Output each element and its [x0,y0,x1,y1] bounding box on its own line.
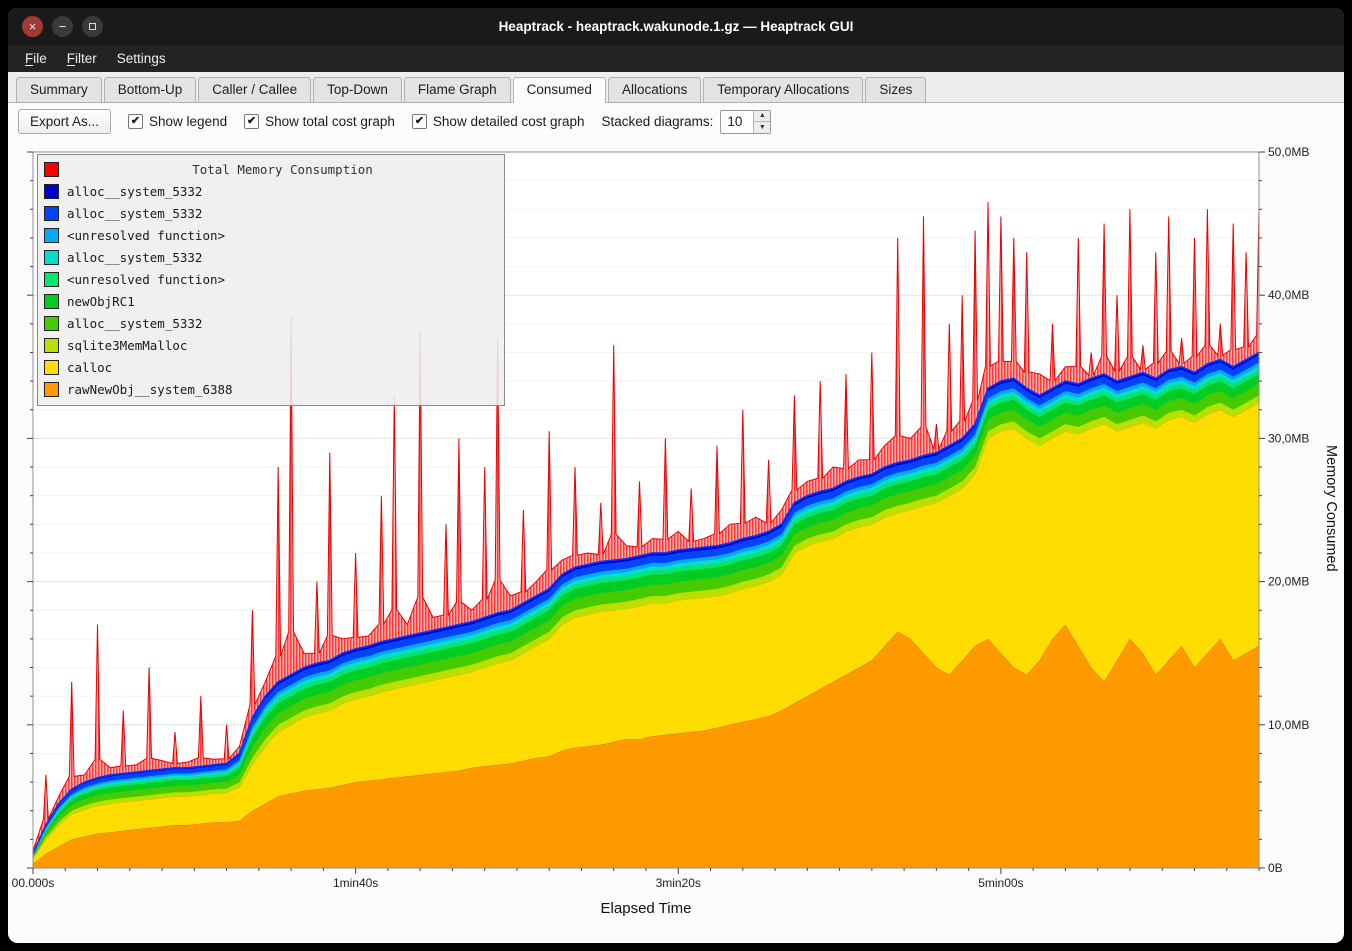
spinbox-buttons: ▲ ▼ [753,111,770,133]
spinbox-value[interactable]: 10 [721,111,753,133]
legend-item-label: rawNewObj__system_6388 [67,382,233,397]
checkbox-label: Show total cost graph [265,114,395,129]
legend-item: calloc [40,356,498,378]
tab-flame-graph[interactable]: Flame Graph [404,77,511,103]
legend-color-swatch [44,360,59,375]
tab-temporary-allocations[interactable]: Temporary Allocations [703,77,863,103]
checkbox-label: Show detailed cost graph [433,114,585,129]
legend-color-swatch [44,228,59,243]
menu-file[interactable]: File [16,48,56,69]
legend-item-label: <unresolved function> [67,272,225,287]
checkbox-check-icon: ✔ [244,114,259,129]
stacked-diagrams-label: Stacked diagrams: [602,114,714,129]
menubar: FileFilterSettings [8,45,1344,72]
y-axis-title: Memory Consumed [1323,445,1339,572]
legend-item: rawNewObj__system_6388 [40,378,498,400]
svg-text:1min40s: 1min40s [333,876,378,890]
tab-bottom-up[interactable]: Bottom-Up [104,77,197,103]
legend-title-row: Total Memory Consumption [40,158,498,180]
checkbox-show-total-cost-graph[interactable]: ✔ Show total cost graph [244,114,395,129]
minimize-icon: − [59,20,67,33]
maximize-icon [89,23,96,30]
legend-item: sqlite3MemMalloc [40,334,498,356]
legend-color-swatch [44,294,59,309]
tab-allocations[interactable]: Allocations [608,77,701,103]
tab-consumed[interactable]: Consumed [513,77,606,103]
legend-color-swatch [44,206,59,221]
legend-color-swatch [44,184,59,199]
legend-item-label: <unresolved function> [67,228,225,243]
legend-color-swatch [44,272,59,287]
heaptrack-window: ×− Heaptrack - heaptrack.wakunode.1.gz —… [8,8,1344,943]
checkbox-check-icon: ✔ [412,114,427,129]
legend-item-label: sqlite3MemMalloc [67,338,187,353]
tab-caller-callee[interactable]: Caller / Callee [198,77,311,103]
menu-settings[interactable]: Settings [108,48,175,69]
legend-color-swatch [44,382,59,397]
legend-item: newObjRC1 [40,290,498,312]
svg-text:00.000s: 00.000s [12,876,55,890]
tab-summary[interactable]: Summary [16,77,102,103]
spin-down-icon: ▼ [759,124,766,131]
window-title: Heaptrack - heaptrack.wakunode.1.gz — He… [499,19,854,34]
legend-item: alloc__system_5332 [40,180,498,202]
legend-item: alloc__system_5332 [40,202,498,224]
svg-text:50,0MB: 50,0MB [1268,145,1309,159]
chart-area: 0B 10,0MB 20,0MB 30,0MB 40,0MB 50,0MB 00.000s 1… [8,140,1344,943]
legend-item: <unresolved function> [40,268,498,290]
legend-color-swatch [44,316,59,331]
y-tick-labels: 0B 10,0MB 20,0MB 30,0MB 40,0MB 50,0MB [1268,145,1309,875]
legend-item: alloc__system_5332 [40,312,498,334]
tab-top-down[interactable]: Top-Down [313,77,402,103]
legend-color-swatch [44,250,59,265]
legend-color-swatch [44,338,59,353]
svg-text:40,0MB: 40,0MB [1268,288,1309,302]
legend-swatch-total [44,162,59,177]
legend-item-label: alloc__system_5332 [67,316,202,331]
x-axis-title: Elapsed Time [601,900,692,917]
svg-text:20,0MB: 20,0MB [1268,575,1309,589]
legend-item: <unresolved function> [40,224,498,246]
export-as-button[interactable]: Export As... [18,109,111,134]
window-controls: ×− [22,8,103,45]
stacked-diagrams-group: Stacked diagrams: 10 ▲ ▼ [602,110,772,134]
svg-text:3min20s: 3min20s [656,876,701,890]
tab-sizes[interactable]: Sizes [865,77,926,103]
spin-up-button[interactable]: ▲ [754,111,770,123]
legend-title: Total Memory Consumption [67,162,498,177]
menu-filter[interactable]: Filter [58,48,106,69]
legend-item: alloc__system_5332 [40,246,498,268]
svg-text:0B: 0B [1268,861,1283,875]
toolbar: Export As... ✔ Show legend ✔ Show total cos… [8,103,1344,140]
legend-item-label: alloc__system_5332 [67,250,202,265]
svg-text:10,0MB: 10,0MB [1268,718,1309,732]
svg-text:5min00s: 5min00s [978,876,1023,890]
x-tick-labels: 00.000s 1min40s 3min20s 5min00s [12,876,1024,890]
toolbar-checkboxes: ✔ Show legend ✔ Show total cost graph ✔ Show … [128,114,585,129]
chart-legend: Total Memory Consumption alloc__system_53… [37,154,505,406]
legend-item-label: alloc__system_5332 [67,206,202,221]
checkbox-check-icon: ✔ [128,114,143,129]
maximize-button[interactable] [82,16,103,37]
legend-item-label: alloc__system_5332 [67,184,202,199]
checkbox-show-detailed-cost-graph[interactable]: ✔ Show detailed cost graph [412,114,585,129]
minimize-button[interactable]: − [52,16,73,37]
checkbox-label: Show legend [149,114,227,129]
legend-item-label: newObjRC1 [67,294,135,309]
legend-item-label: calloc [67,360,112,375]
spin-down-button[interactable]: ▼ [754,122,770,133]
spin-up-icon: ▲ [759,112,766,119]
titlebar: ×− Heaptrack - heaptrack.wakunode.1.gz —… [8,8,1344,45]
close-icon: × [29,20,37,33]
tabbar: SummaryBottom-UpCaller / CalleeTop-DownF… [8,72,1344,103]
close-button[interactable]: × [22,16,43,37]
svg-text:30,0MB: 30,0MB [1268,431,1309,445]
checkbox-show-legend[interactable]: ✔ Show legend [128,114,227,129]
stacked-diagrams-spinbox[interactable]: 10 ▲ ▼ [720,110,771,134]
